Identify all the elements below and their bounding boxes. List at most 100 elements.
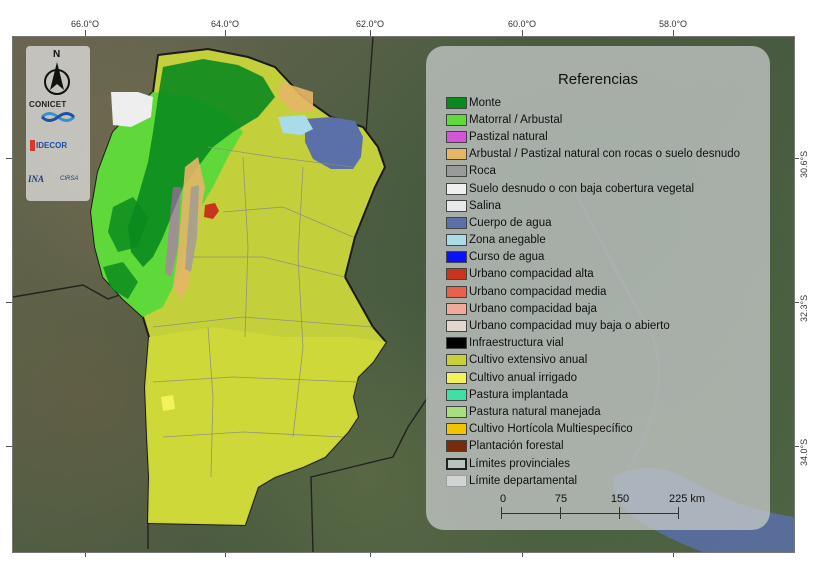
latitude-label-30-6: 30.6°S — [799, 150, 809, 178]
legend-swatch — [446, 440, 467, 453]
ina-logo-text: INA — [28, 174, 45, 184]
legend-label: Matorral / Arbustal — [469, 113, 563, 126]
legend-swatch — [446, 216, 467, 229]
legend-item: Cultivo extensivo anual — [446, 352, 740, 369]
scale-bar — [501, 513, 679, 514]
legend-item: Pastizal natural — [446, 128, 740, 145]
legend-label: Plantación forestal — [469, 440, 564, 453]
legend-list: Monte Matorral / Arbustal Pastizal natural… — [446, 94, 740, 489]
legend-label: Límite departamental — [469, 474, 578, 487]
legend-item: Matorral / Arbustal — [446, 111, 740, 128]
legend-item: Pastura implantada — [446, 386, 740, 403]
legend-title: Referencias — [557, 71, 639, 88]
legend-swatch — [446, 457, 467, 470]
legend-label: Salina — [469, 199, 501, 212]
legend-item: Urbano compacidad muy baja o abierto — [446, 317, 740, 334]
legend-label: Pastizal natural — [469, 130, 548, 143]
legend-label: Roca — [469, 165, 496, 178]
legend-label: Cultivo extensivo anual — [469, 354, 588, 367]
legend-label: Arbustal / Pastizal natural con rocas o … — [469, 148, 741, 161]
legend-swatch — [446, 337, 467, 350]
legend-swatch — [446, 199, 467, 212]
logos-panel: N CONICET IDECOR INA CIRSA — [26, 46, 90, 201]
legend-item: Pastura natural manejada — [446, 403, 740, 420]
scale-tick — [619, 507, 620, 519]
scale-tick — [560, 507, 561, 519]
legend-label: Cultivo anual irrigado — [469, 371, 578, 384]
legend-item: Límites provinciales — [446, 455, 740, 472]
legend-panel: Referencias Monte Matorral / Arbustal Past… — [426, 46, 770, 530]
legend-label: Límites provinciales — [469, 457, 570, 470]
scale-label-225: 225 km — [668, 493, 706, 505]
legend-swatch — [446, 302, 467, 315]
legend-label: Urbano compacidad muy baja o abierto — [469, 320, 670, 333]
legend-label: Curso de agua — [469, 251, 545, 264]
legend-swatch — [446, 165, 467, 178]
irrigated-patch — [161, 395, 175, 411]
legend-swatch — [446, 405, 467, 418]
scale-label-0: 0 — [499, 493, 507, 505]
cirsa-logo-text: CIRSA — [60, 176, 79, 182]
conicet-logo-text: CONICET — [29, 100, 67, 109]
longitude-label-58: 58.0°O — [658, 19, 688, 29]
legend-item: Curso de agua — [446, 249, 740, 266]
legend-item: Suelo desnudo o con baja cobertura veget… — [446, 180, 740, 197]
idecor-logo-text: IDECOR — [36, 141, 68, 150]
legend-item: Salina — [446, 197, 740, 214]
legend-item: Infraestructura vial — [446, 335, 740, 352]
legend-item: Monte — [446, 94, 740, 111]
scale-label-150: 150 — [610, 493, 630, 505]
legend-swatch — [446, 388, 467, 401]
legend-item: Urbano compacidad media — [446, 283, 740, 300]
legend-label: Suelo desnudo o con baja cobertura veget… — [469, 182, 695, 195]
legend-swatch — [446, 148, 467, 161]
legend-item: Arbustal / Pastizal natural con rocas o … — [446, 146, 740, 163]
legend-swatch — [446, 285, 467, 298]
legend-label: Urbano compacidad alta — [469, 268, 594, 281]
legend-label: Monte — [469, 96, 501, 109]
scale-tick — [678, 507, 679, 519]
legend-label: Urbano compacidad baja — [469, 302, 597, 315]
idecor-logo-icon — [30, 140, 35, 151]
legend-swatch — [446, 320, 467, 333]
legend-item: Cultivo anual irrigado — [446, 369, 740, 386]
legend-item: Urbano compacidad alta — [446, 266, 740, 283]
legend-swatch — [446, 130, 467, 143]
north-label: N — [53, 49, 61, 60]
scale-tick — [501, 507, 502, 519]
legend-swatch — [446, 96, 467, 109]
legend-label: Zona anegable — [469, 234, 546, 247]
legend-label: Urbano compacidad media — [469, 285, 607, 298]
southern-crop-zone — [145, 327, 386, 525]
legend-item: Urbano compacidad baja — [446, 300, 740, 317]
longitude-label-66: 66.0°O — [70, 19, 100, 29]
legend-swatch — [446, 234, 467, 247]
longitude-label-60: 60.0°O — [507, 19, 537, 29]
legend-swatch — [446, 474, 467, 487]
legend-label: Pastura natural manejada — [469, 405, 601, 418]
latitude-label-32-3: 32.3°S — [799, 294, 809, 322]
legend-item: Roca — [446, 163, 740, 180]
legend-item: Cuerpo de agua — [446, 214, 740, 231]
legend-item: Plantación forestal — [446, 438, 740, 455]
legend-swatch — [446, 182, 467, 195]
legend-item: Cultivo Hortícola Multiespecífico — [446, 421, 740, 438]
legend-item: Límite departamental — [446, 472, 740, 489]
legend-label: Cultivo Hortícola Multiespecífico — [469, 423, 633, 436]
north-arrow-icon — [44, 62, 70, 95]
legend-item: Zona anegable — [446, 232, 740, 249]
legend-swatch — [446, 423, 467, 436]
conicet-logo-icon — [40, 112, 76, 122]
legend-label: Pastura implantada — [469, 388, 569, 401]
longitude-label-62: 62.0°O — [355, 19, 385, 29]
legend-swatch — [446, 113, 467, 126]
longitude-label-64: 64.0°O — [210, 19, 240, 29]
legend-label: Infraestructura vial — [469, 337, 564, 350]
legend-swatch — [446, 251, 467, 264]
legend-label: Cuerpo de agua — [469, 216, 552, 229]
legend-swatch — [446, 268, 467, 281]
scale-label-75: 75 — [554, 493, 568, 505]
latitude-label-34-0: 34.0°S — [799, 438, 809, 466]
legend-swatch — [446, 354, 467, 367]
legend-swatch — [446, 371, 467, 384]
